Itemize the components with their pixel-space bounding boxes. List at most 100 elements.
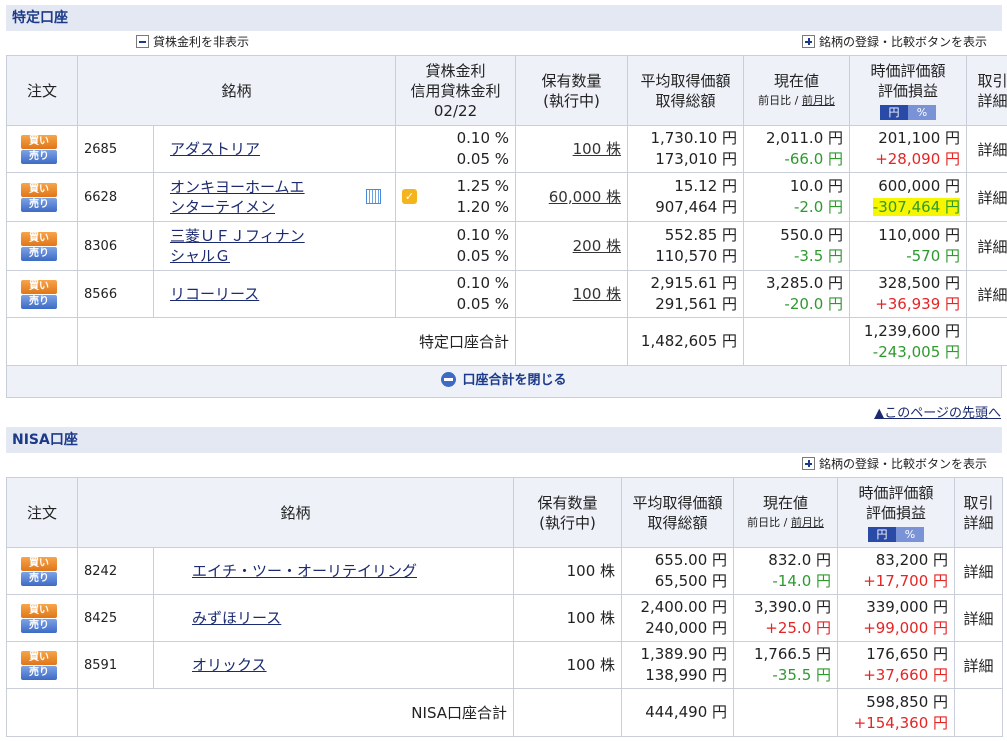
calendar-icon[interactable] bbox=[366, 189, 382, 204]
total-cost: 65,500 円 bbox=[654, 572, 728, 590]
qty-cell: 60,000 株 bbox=[515, 172, 629, 222]
tokutei-holdings-table: 注文 銘柄 貸株金利 信用貸株金利 02/22 保有数量 (執行中) 平均取得価… bbox=[6, 55, 1007, 366]
buy-button[interactable]: 買い bbox=[21, 556, 57, 571]
margin-lending-rate: 1.20 % bbox=[456, 198, 510, 216]
sell-button[interactable]: 売り bbox=[21, 149, 57, 164]
market-value: 176,650 円 bbox=[866, 645, 949, 663]
col-avg: 平均取得価額 取得総額 bbox=[621, 477, 735, 548]
stock-name-link[interactable]: アダストリア bbox=[170, 140, 260, 158]
detail-link[interactable]: 詳細 bbox=[954, 641, 1004, 689]
buy-button[interactable]: 買い bbox=[21, 603, 57, 618]
detail-link[interactable]: 詳細 bbox=[966, 172, 1007, 222]
qty-link[interactable]: 60,000 株 bbox=[549, 188, 621, 206]
qty-link[interactable]: 100 株 bbox=[573, 140, 621, 158]
detail-link[interactable]: 詳細 bbox=[966, 125, 1007, 173]
sell-button[interactable]: 売り bbox=[21, 294, 57, 309]
yen-toggle[interactable]: 円 bbox=[880, 104, 909, 120]
price-change: -20.0 円 bbox=[784, 295, 844, 313]
avg-cost-cell: 552.85 円 110,570 円 bbox=[627, 221, 745, 271]
col-trade: 取引 詳細 bbox=[966, 55, 1007, 126]
sell-button[interactable]: 売り bbox=[21, 618, 57, 633]
stock-code: 2685 bbox=[77, 125, 154, 173]
detail-link[interactable]: 詳細 bbox=[966, 221, 1007, 271]
detail-link[interactable]: 詳細 bbox=[966, 270, 1007, 318]
price-change: +25.0 円 bbox=[765, 619, 832, 637]
change-separator: / bbox=[780, 515, 791, 529]
qty-link[interactable]: 200 株 bbox=[573, 237, 621, 255]
stock-name-link[interactable]: オリックス bbox=[192, 656, 267, 674]
sell-button[interactable]: 売り bbox=[21, 571, 57, 586]
current-price: 3,285.0 円 bbox=[765, 274, 844, 292]
yen-pct-toggle[interactable]: 円% bbox=[868, 526, 925, 542]
detail-link[interactable]: 詳細 bbox=[954, 547, 1004, 595]
stock-name-link[interactable]: みずほリース bbox=[192, 609, 281, 627]
detail-link[interactable]: 詳細 bbox=[954, 594, 1004, 642]
price-change: -35.5 円 bbox=[772, 666, 832, 684]
buy-button[interactable]: 買い bbox=[21, 650, 57, 665]
sell-button[interactable]: 売り bbox=[21, 665, 57, 680]
price-cell: 1,766.5 円 -35.5 円 bbox=[733, 641, 839, 689]
close-account-total-button[interactable]: 口座合計を閉じる bbox=[6, 366, 1002, 398]
month-change-link[interactable]: 前月比 bbox=[802, 94, 835, 107]
notice-icon[interactable]: ✓ bbox=[402, 189, 418, 204]
price-change: -3.5 円 bbox=[793, 247, 844, 265]
pct-toggle[interactable]: % bbox=[896, 526, 925, 542]
show-register-compare-toggle[interactable]: 銘柄の登録・比較ボタンを表示 bbox=[801, 32, 987, 52]
hide-lending-rate-toggle[interactable]: 貸株金利を非表示 bbox=[136, 32, 249, 52]
month-change-link[interactable]: 前月比 bbox=[791, 516, 824, 529]
value-cell: 600,000 円 -307,464 円 bbox=[849, 172, 968, 222]
lending-rate-cell: 0.10 % 0.05 % bbox=[395, 221, 517, 271]
stock-name-link[interactable]: リコーリース bbox=[170, 285, 259, 303]
lending-rate: 0.10 % bbox=[456, 129, 510, 147]
col-avg-line2: 取得総額 bbox=[655, 91, 716, 110]
change-separator: / bbox=[791, 93, 802, 107]
minus-circle-icon bbox=[441, 372, 457, 387]
stock-name-link-line2[interactable]: シャルＧ bbox=[170, 247, 230, 265]
stock-name-link[interactable]: 三菱ＵＦＪフィナン bbox=[170, 227, 305, 245]
lending-rate: 1.25 % bbox=[456, 177, 510, 195]
show-register-compare-toggle-nisa[interactable]: 銘柄の登録・比較ボタンを表示 bbox=[801, 454, 987, 474]
order-buttons: 買い 売り bbox=[6, 594, 78, 642]
sell-button[interactable]: 売り bbox=[21, 246, 57, 261]
col-value: 時価評価額 評価損益 円% bbox=[837, 477, 956, 548]
yen-toggle[interactable]: 円 bbox=[868, 526, 897, 542]
col-value-line2: 評価損益 bbox=[878, 81, 939, 100]
avg-price: 552.85 円 bbox=[664, 226, 738, 244]
qty-link[interactable]: 100 株 bbox=[573, 285, 621, 303]
total-cost: 444,490 円 bbox=[621, 688, 735, 737]
col-qty-line2: (執行中) bbox=[539, 513, 596, 532]
market-value: 600,000 円 bbox=[878, 177, 961, 195]
stock-name-link[interactable]: オンキヨーホームエ bbox=[170, 178, 305, 196]
total-profit-loss: -243,005 円 bbox=[872, 342, 961, 361]
col-qty-line1: 保有数量 bbox=[541, 71, 602, 90]
stock-name-link-line2[interactable]: ンターテイメン bbox=[170, 198, 275, 216]
total-label: NISA口座合計 bbox=[76, 688, 515, 737]
sell-button[interactable]: 売り bbox=[21, 197, 57, 212]
current-price: 3,390.0 円 bbox=[753, 598, 832, 616]
total-market-value: 598,850 円 bbox=[866, 692, 949, 711]
yen-pct-toggle[interactable]: 円% bbox=[880, 104, 937, 120]
stock-name-link[interactable]: エイチ・ツー・オーリテイリング bbox=[192, 562, 417, 580]
table-row: 買い 売り 8591 オリックス 100 株 1,389.90 円 138,990… bbox=[6, 641, 1004, 689]
table-row: 買い 売り 6628 オンキヨーホームエ ンターテイメン ✓ 1.25 % 1.2… bbox=[6, 172, 1007, 222]
pct-toggle[interactable]: % bbox=[908, 104, 937, 120]
col-trade: 取引 詳細 bbox=[954, 477, 1004, 548]
stock-name-cell: オリックス bbox=[152, 641, 515, 689]
buy-button[interactable]: 買い bbox=[21, 279, 57, 294]
qty: 100 株 bbox=[513, 547, 623, 595]
buy-button[interactable]: 買い bbox=[21, 134, 57, 149]
buy-button[interactable]: 買い bbox=[21, 182, 57, 197]
order-buttons: 買い 売り bbox=[6, 125, 78, 173]
col-current-line2: 前日比 / 前月比 bbox=[740, 513, 831, 533]
profit-loss: +99,000 円 bbox=[863, 619, 949, 637]
page-top-link[interactable]: ▲このページの先頭へ bbox=[874, 402, 1001, 421]
stock-code: 8242 bbox=[77, 547, 154, 595]
avg-cost-cell: 2,915.61 円 291,561 円 bbox=[627, 270, 745, 318]
order-buttons: 買い 売り bbox=[6, 221, 78, 271]
avg-cost-cell: 1,730.10 円 173,010 円 bbox=[627, 125, 745, 173]
buy-button[interactable]: 買い bbox=[21, 231, 57, 246]
market-value: 83,200 円 bbox=[875, 551, 949, 569]
col-avg: 平均取得価額 取得総額 bbox=[627, 55, 745, 126]
total-cost: 110,570 円 bbox=[655, 247, 738, 265]
current-price: 10.0 円 bbox=[789, 177, 844, 195]
